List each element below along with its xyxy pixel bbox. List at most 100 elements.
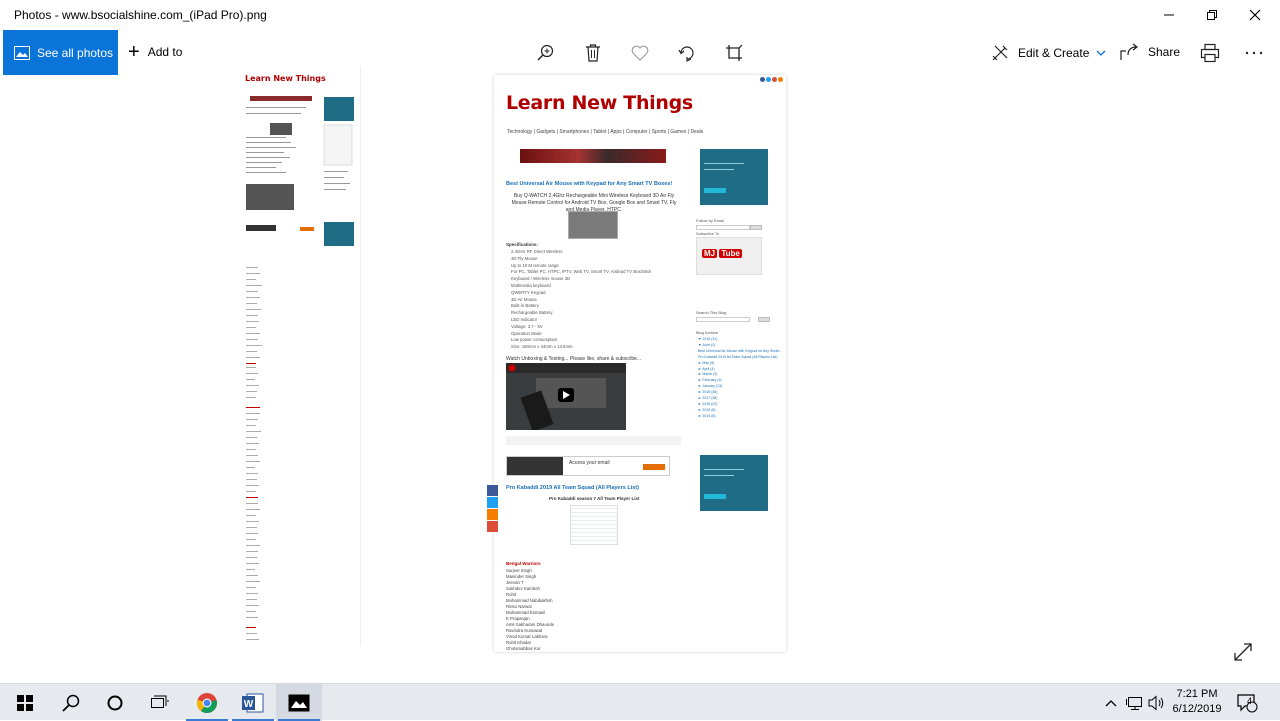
sidebar-email-input <box>696 225 750 230</box>
blog-nav: Technology | Gadgets | Smartphones | Tab… <box>507 129 704 135</box>
full-screen-button[interactable] <box>1234 643 1252 661</box>
blog-logo: Learn New Things <box>506 92 693 114</box>
command-bar: See all photos + Add to Edit & Create Sh… <box>0 30 1280 75</box>
share-row <box>506 436 681 445</box>
list-item: ► 2014 (6) <box>698 413 716 418</box>
task-view-icon <box>151 695 169 708</box>
channel-logo: MJ Tube <box>702 249 742 258</box>
chrome-icon <box>196 692 217 713</box>
more-options-button[interactable] <box>1243 42 1265 64</box>
title-bar: Photos - www.bsocialshine.com_(iPad Pro)… <box>0 0 1280 30</box>
list-item: Keyboard / Wireless mouse 3D <box>511 276 571 282</box>
word-taskbar-button[interactable]: W <box>230 684 276 721</box>
zoom-icon <box>537 44 554 61</box>
video-thumbnail-graphic <box>506 363 626 432</box>
volume-button[interactable] <box>1146 684 1168 721</box>
sidebar-submit-button <box>750 225 762 230</box>
taskbar-search-button[interactable] <box>48 684 94 721</box>
sidebar-heading-search: Search This Blog <box>696 310 727 315</box>
displayed-webpage-image: Learn New Things Technology | Gadgets | … <box>494 75 786 652</box>
email-ad-banner: Access your email <box>506 456 670 476</box>
chevron-down-icon <box>1096 50 1106 56</box>
share-button[interactable]: Share <box>1120 43 1180 61</box>
sidebar-search-button <box>758 317 770 322</box>
team-list: Surjeet Singh Maninder Singh Jeevan T Su… <box>506 568 554 652</box>
photos-icon <box>14 45 30 60</box>
channel-logo-tube: Tube <box>719 249 742 258</box>
email-icon <box>487 521 498 532</box>
windows-start-icon <box>17 694 33 711</box>
edit-create-button[interactable]: Edit & Create <box>990 43 1106 63</box>
action-center-button[interactable]: 4 <box>1234 684 1260 721</box>
floating-share-bar <box>487 485 498 532</box>
task-view-button[interactable] <box>137 684 183 721</box>
list-item: Gholamabbas Kor <box>506 646 541 651</box>
svg-text:Learn New Things: Learn New Things <box>245 74 326 83</box>
chevron-up-icon <box>1105 699 1117 706</box>
cortana-button[interactable] <box>92 684 138 721</box>
mini-page-graphic: Learn New Things <box>245 74 354 640</box>
list-item: Size: 150mm x 44mm x 13.5mm <box>511 344 573 350</box>
zoom-button[interactable] <box>535 42 557 64</box>
restore-icon <box>1207 10 1217 20</box>
more-icon <box>1245 51 1263 55</box>
secondary-page-preview: Learn New Things <box>240 67 361 645</box>
sidebar-ad-bottom <box>700 455 768 511</box>
channel-logo-text: MJ <box>702 249 718 258</box>
list-item: Multimedia keyboard <box>511 282 551 288</box>
share-icon <box>1120 43 1138 60</box>
sidebar-heading-archive: Blog Archive <box>696 330 719 335</box>
specs-list: 2.4GHz RF Direct Wireless 3D Fly Mouse U… <box>511 249 651 351</box>
product-image <box>568 211 618 239</box>
twitter-icon <box>487 497 498 508</box>
embedded-video <box>506 363 626 432</box>
photos-taskbar-button[interactable] <box>276 684 322 721</box>
list-item: Operation Mode <box>511 330 542 336</box>
start-button[interactable] <box>2 684 48 721</box>
ad-cta <box>704 494 726 499</box>
rotate-button[interactable] <box>676 42 698 64</box>
taskbar: W 7:21 PM 6/12/2019 4 <box>0 683 1280 721</box>
clock-time: 7:21 PM <box>1176 688 1218 700</box>
list-item: Low power consumption <box>511 337 558 343</box>
ad-image <box>507 457 563 475</box>
see-all-photos-button[interactable]: See all photos <box>3 30 118 75</box>
restore-button[interactable] <box>1189 0 1235 30</box>
svg-text:W: W <box>244 699 254 710</box>
ad-text-line <box>704 475 734 476</box>
favorite-icon <box>631 45 649 61</box>
print-button[interactable] <box>1199 42 1221 64</box>
facebook-icon <box>487 485 498 496</box>
crop-button[interactable] <box>723 42 745 64</box>
google-plus-icon <box>772 77 777 82</box>
taskbar-clock[interactable]: 7:21 PM 6/12/2019 <box>1168 687 1226 717</box>
blogger-icon <box>487 509 498 520</box>
volume-icon <box>1148 694 1164 711</box>
video-caption: Watch Unboxing & Testing... Please like,… <box>506 356 642 362</box>
notification-count: 4 <box>1247 696 1253 706</box>
top-social-icons <box>760 77 783 82</box>
add-to-button[interactable]: + Add to <box>128 42 182 62</box>
list-item: For PC, Tablet PC, HTPC, IPTV, Web TV, S… <box>511 269 652 275</box>
chrome-taskbar-button[interactable] <box>184 684 230 721</box>
post-title-2: Pro Kabaddi 2019 All Team Squad (All Pla… <box>506 485 639 491</box>
rotate-icon <box>678 46 694 62</box>
minimize-button[interactable] <box>1146 0 1192 30</box>
list-item: 2.4GHz RF Direct Wireless <box>511 249 563 254</box>
clock-date: 6/12/2019 <box>1172 703 1222 715</box>
share-label: Share <box>1148 45 1181 59</box>
list-item: 3D Air Mouse <box>511 296 537 302</box>
favorite-button[interactable] <box>629 42 651 64</box>
post-title: Best Universal Air Mouse with Keypad for… <box>506 181 673 187</box>
list-item: Up to 10 M remote range <box>511 262 559 268</box>
photos-icon <box>288 694 310 711</box>
network-button[interactable] <box>1124 684 1146 721</box>
delete-button[interactable] <box>582 42 604 64</box>
header-banner-ad <box>520 149 666 163</box>
minimize-icon <box>1164 14 1174 16</box>
close-button[interactable] <box>1232 0 1278 30</box>
edit-create-label: Edit & Create <box>1018 46 1090 60</box>
list-item: LED Indicator <box>511 316 538 322</box>
close-icon <box>1249 9 1261 21</box>
show-hidden-icons-button[interactable] <box>1102 684 1120 721</box>
